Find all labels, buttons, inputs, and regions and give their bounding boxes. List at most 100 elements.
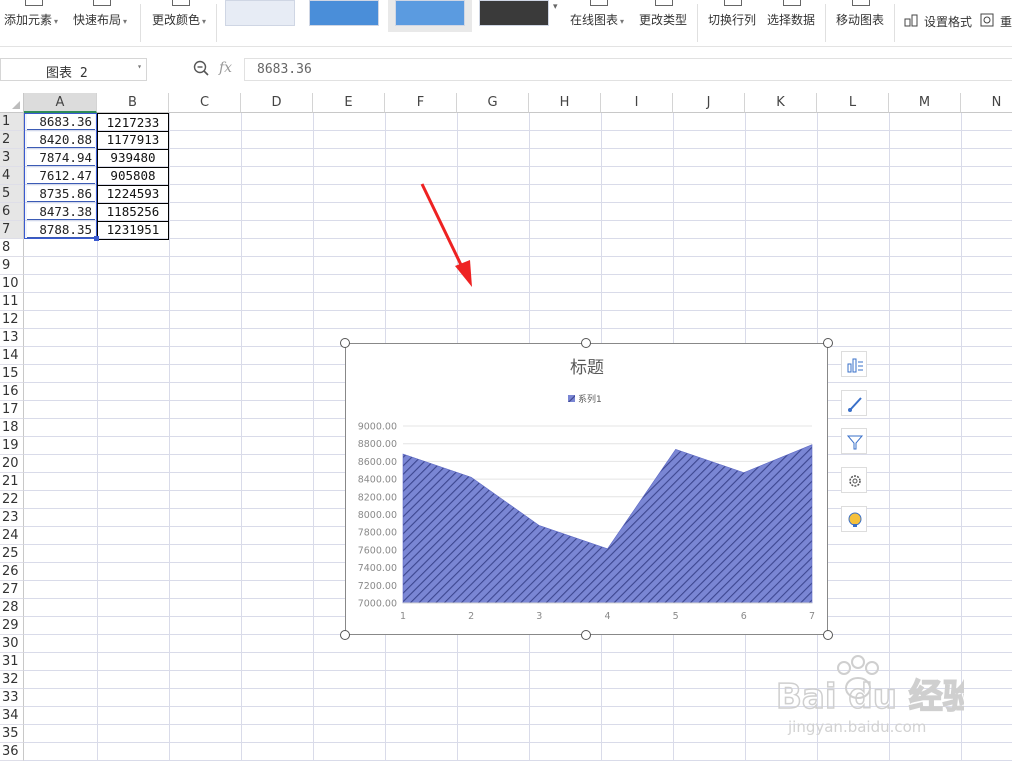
cell-A1[interactable]: 8683.36 xyxy=(27,114,95,130)
select-all-corner[interactable] xyxy=(0,93,24,113)
row-header-33[interactable]: 33 xyxy=(0,689,24,707)
resize-handle-top-left[interactable] xyxy=(340,338,350,348)
row-header-10[interactable]: 10 xyxy=(0,275,24,293)
row-header-24[interactable]: 24 xyxy=(0,527,24,545)
cell-B7[interactable]: 1231951 xyxy=(97,221,169,240)
select-data-button[interactable]: 选择数据 xyxy=(767,0,817,46)
formula-input[interactable]: 8683.36 xyxy=(244,58,1012,81)
row-header-9[interactable]: 9 xyxy=(0,257,24,275)
chart-title[interactable]: 标题 xyxy=(570,358,604,378)
column-header-L[interactable]: L xyxy=(817,93,889,113)
cell-A3[interactable]: 7874.94 xyxy=(27,150,95,166)
row-header-11[interactable]: 11 xyxy=(0,293,24,311)
cell-A2[interactable]: 8420.88 xyxy=(27,132,95,148)
row-header-22[interactable]: 22 xyxy=(0,491,24,509)
column-header-C[interactable]: C xyxy=(169,93,241,113)
cell-B3[interactable]: 939480 xyxy=(97,149,169,168)
zoom-search-icon[interactable] xyxy=(193,60,209,76)
row-header-2[interactable]: 2 xyxy=(0,131,24,149)
chart-style-brush-button[interactable] xyxy=(841,390,867,416)
fx-label[interactable]: fx xyxy=(219,60,232,76)
chart-tips-button[interactable] xyxy=(841,506,867,532)
column-header-F[interactable]: F xyxy=(385,93,457,113)
row-header-12[interactable]: 12 xyxy=(0,311,24,329)
cell-A6[interactable]: 8473.38 xyxy=(27,204,95,220)
row-header-16[interactable]: 16 xyxy=(0,383,24,401)
row-header-25[interactable]: 25 xyxy=(0,545,24,563)
change-type-button[interactable]: 更改类型 xyxy=(639,0,689,46)
cell-A5[interactable]: 8735.86 xyxy=(27,186,95,202)
column-header-K[interactable]: K xyxy=(745,93,817,113)
column-header-G[interactable]: G xyxy=(457,93,529,113)
column-header-J[interactable]: J xyxy=(673,93,745,113)
row-header-7[interactable]: 7 xyxy=(0,221,24,239)
chart-style-thumb-1[interactable] xyxy=(225,0,295,26)
add-element-button[interactable]: 添加元素 ▾ xyxy=(4,0,64,46)
column-header-D[interactable]: D xyxy=(241,93,313,113)
row-header-29[interactable]: 29 xyxy=(0,617,24,635)
cell-B1[interactable]: 1217233 xyxy=(97,113,169,132)
column-header-M[interactable]: M xyxy=(889,93,961,113)
column-header-H[interactable]: H xyxy=(529,93,601,113)
row-header-4[interactable]: 4 xyxy=(0,167,24,185)
row-header-14[interactable]: 14 xyxy=(0,347,24,365)
chart-style-thumb-3[interactable] xyxy=(395,0,465,26)
row-header-5[interactable]: 5 xyxy=(0,185,24,203)
row-header-28[interactable]: 28 xyxy=(0,599,24,617)
move-chart-button[interactable]: 移动图表 xyxy=(836,0,886,46)
row-header-13[interactable]: 13 xyxy=(0,329,24,347)
cell-B4[interactable]: 905808 xyxy=(97,167,169,186)
chart-style-thumb-4[interactable] xyxy=(479,0,549,26)
row-header-3[interactable]: 3 xyxy=(0,149,24,167)
chart-style-thumb-2[interactable] xyxy=(309,0,379,26)
legend-label[interactable]: 系列1 xyxy=(578,393,602,405)
resize-handle-bottom[interactable] xyxy=(581,630,591,640)
gallery-more-icon[interactable]: ▾ xyxy=(553,2,558,12)
set-format-button[interactable]: 设置格式 xyxy=(904,0,974,46)
cell-B5[interactable]: 1224593 xyxy=(97,185,169,204)
quick-layout-button[interactable]: 快速布局 ▾ xyxy=(73,0,131,46)
column-header-B[interactable]: B xyxy=(97,93,169,113)
cell-B6[interactable]: 1185256 xyxy=(97,203,169,222)
row-header-15[interactable]: 15 xyxy=(0,365,24,383)
column-header-A[interactable]: A xyxy=(24,93,97,113)
reset-button[interactable]: 重 xyxy=(980,0,1012,46)
row-header-18[interactable]: 18 xyxy=(0,419,24,437)
row-header-8[interactable]: 8 xyxy=(0,239,24,257)
column-header-E[interactable]: E xyxy=(313,93,385,113)
online-chart-button[interactable]: 在线图表 ▾ xyxy=(570,0,628,46)
cell-A4[interactable]: 7612.47 xyxy=(27,168,95,184)
row-header-23[interactable]: 23 xyxy=(0,509,24,527)
area-chart[interactable]: 标题 系列1 9000.00 8800.00 8600.00 8400.00 8200.… xyxy=(345,343,828,635)
row-header-20[interactable]: 20 xyxy=(0,455,24,473)
row-header-21[interactable]: 21 xyxy=(0,473,24,491)
change-color-button[interactable]: 更改颜色 ▾ xyxy=(152,0,210,46)
chevron-down-icon[interactable]: ▾ xyxy=(137,62,142,71)
chart-elements-button[interactable] xyxy=(841,351,867,377)
row-header-6[interactable]: 6 xyxy=(0,203,24,221)
area-series-1[interactable] xyxy=(402,444,813,604)
row-header-34[interactable]: 34 xyxy=(0,707,24,725)
cell-B2[interactable]: 1177913 xyxy=(97,131,169,150)
chart-filter-button[interactable] xyxy=(841,428,867,454)
resize-handle-top-right[interactable] xyxy=(823,338,833,348)
row-header-31[interactable]: 31 xyxy=(0,653,24,671)
row-header-26[interactable]: 26 xyxy=(0,563,24,581)
column-header-N[interactable]: N xyxy=(961,93,1012,113)
fill-handle[interactable] xyxy=(94,236,99,241)
row-header-36[interactable]: 36 xyxy=(0,743,24,761)
row-header-30[interactable]: 30 xyxy=(0,635,24,653)
row-header-35[interactable]: 35 xyxy=(0,725,24,743)
name-box[interactable]: 图表 2 ▾ xyxy=(0,58,147,81)
cell-A7[interactable]: 8788.35 xyxy=(27,222,95,238)
row-header-17[interactable]: 17 xyxy=(0,401,24,419)
chart-settings-button[interactable] xyxy=(841,467,867,493)
resize-handle-top[interactable] xyxy=(581,338,591,348)
row-header-27[interactable]: 27 xyxy=(0,581,24,599)
resize-handle-bottom-left[interactable] xyxy=(340,630,350,640)
column-header-I[interactable]: I xyxy=(601,93,673,113)
row-header-19[interactable]: 19 xyxy=(0,437,24,455)
row-header-32[interactable]: 32 xyxy=(0,671,24,689)
switch-row-col-button[interactable]: 切换行列 xyxy=(708,0,758,46)
resize-handle-bottom-right[interactable] xyxy=(823,630,833,640)
